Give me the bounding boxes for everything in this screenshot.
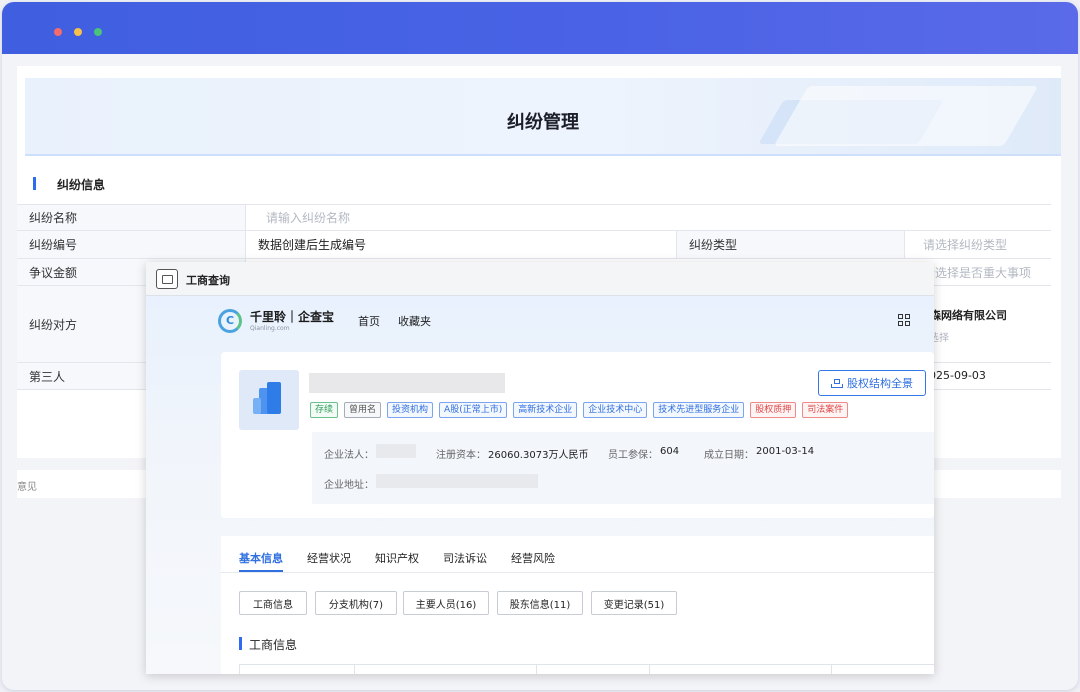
dispute-type-select[interactable]: 请选择纠纷类型	[911, 231, 1051, 258]
tabs-divider	[221, 572, 934, 573]
section-marker	[239, 637, 242, 650]
field-label: 纠纷编号	[17, 231, 246, 258]
tag-equity-pledge[interactable]: 股权质押	[750, 402, 797, 418]
nav-home[interactable]: 首页	[358, 313, 380, 329]
shareholders-button[interactable]: 股东信息(11)	[497, 591, 583, 615]
detail-tabs-card: 基本信息 经营状况 知识产权 司法诉讼 经营风险 工商信息 分支机构(7) 主要…	[221, 536, 934, 674]
business-info-table	[239, 664, 934, 674]
tab-litigation[interactable]: 司法诉讼	[443, 550, 487, 566]
section-marker	[33, 177, 36, 190]
maximize-window-dot[interactable]	[94, 28, 102, 36]
company-tags: 存续 曾用名 投资机构 A股(正常上市) 高新技术企业 企业技术中心 技术先进型…	[310, 402, 849, 420]
tab-ip[interactable]: 知识产权	[375, 550, 419, 566]
site-navbar: 千里聆｜企查宝 Qianling.com 首页 收藏夹	[146, 296, 934, 348]
company-info-panel: 企业法人： 注册资本： 26060.3073万人民币 员工参保： 604 成立日…	[312, 432, 934, 504]
address-label: 企业地址：	[324, 480, 374, 491]
field-label: 纠纷名称	[17, 205, 246, 230]
tab-risk[interactable]: 经营风险	[511, 550, 555, 566]
tag: A股(正常上市)	[439, 402, 508, 418]
brand-domain: Qianling.com	[250, 325, 290, 332]
legal-rep-redacted	[376, 444, 416, 458]
key-personnel-button[interactable]: 主要人员(16)	[403, 591, 489, 615]
address-redacted	[376, 474, 538, 488]
equity-structure-button[interactable]: 股权结构全景	[818, 370, 926, 396]
comments-label: 意见	[17, 482, 37, 493]
business-info-button[interactable]: 工商信息	[239, 591, 307, 615]
close-window-dot[interactable]	[54, 28, 62, 36]
tab-operations[interactable]: 经营状况	[307, 550, 351, 566]
tag: 投资机构	[387, 402, 434, 418]
founded-label: 成立日期：	[704, 450, 754, 461]
apps-grid-icon[interactable]	[898, 314, 910, 326]
change-records-button[interactable]: 变更记录(51)	[591, 591, 677, 615]
capital-label: 注册资本：	[436, 450, 486, 461]
form-row-dispute-name: 纠纷名称 请输入纠纷名称	[17, 204, 1051, 231]
org-tree-icon	[831, 378, 843, 388]
staff-value: 604	[660, 446, 680, 457]
title-bar	[2, 2, 1078, 54]
page-title: 纠纷管理	[507, 112, 579, 133]
tag: 企业技术中心	[583, 402, 648, 418]
capital-value: 26060.3073万人民币	[488, 450, 589, 461]
business-lookup-dialog: 工商查询 千里聆｜企查宝 Qianling.com 首页 收藏夹 股权结构全景 …	[146, 262, 934, 674]
tag: 技术先进型服务企业	[653, 402, 745, 418]
tab-basic-info[interactable]: 基本信息	[239, 550, 283, 566]
company-logo-icon	[239, 370, 299, 430]
founded-value: 2001-03-14	[756, 446, 815, 457]
page-banner: 纠纷管理	[25, 78, 1061, 154]
business-info-title: 工商信息	[249, 638, 298, 652]
section-title: 纠纷信息	[57, 178, 106, 192]
dialog-header: 工商查询	[146, 262, 934, 296]
equity-button-label: 股权结构全景	[847, 377, 913, 390]
company-name-redacted	[309, 373, 505, 393]
tag: 高新技术企业	[513, 402, 578, 418]
dialog-title: 工商查询	[186, 274, 230, 287]
cast-icon	[156, 269, 178, 289]
branches-button[interactable]: 分支机构(7)	[315, 591, 397, 615]
legal-rep-label: 企业法人：	[324, 450, 374, 461]
form-row-dispute-number: 纠纷编号 数据创建后生成编号 纠纷类型 请选择纠纷类型	[17, 231, 1051, 259]
dispute-name-input[interactable]: 请输入纠纷名称	[254, 205, 1034, 230]
nav-favorites[interactable]: 收藏夹	[398, 313, 431, 329]
tag-judicial-cases[interactable]: 司法案件	[802, 402, 849, 418]
tag-status: 存续	[310, 402, 339, 418]
dispute-number-value: 数据创建后生成编号	[258, 238, 367, 252]
brand-logo-icon	[218, 309, 242, 333]
dialog-body: 千里聆｜企查宝 Qianling.com 首页 收藏夹 股权结构全景 存续 曾用…	[146, 296, 934, 674]
banner-divider	[25, 154, 1061, 156]
staff-label: 员工参保：	[608, 450, 658, 461]
brand-name: 千里聆｜企查宝	[250, 310, 335, 324]
company-card: 股权结构全景 存续 曾用名 投资机构 A股(正常上市) 高新技术企业 企业技术中…	[221, 352, 934, 518]
tag-former-name[interactable]: 曾用名	[344, 402, 382, 418]
field-label: 纠纷类型	[676, 231, 905, 258]
minimize-window-dot[interactable]	[74, 28, 82, 36]
